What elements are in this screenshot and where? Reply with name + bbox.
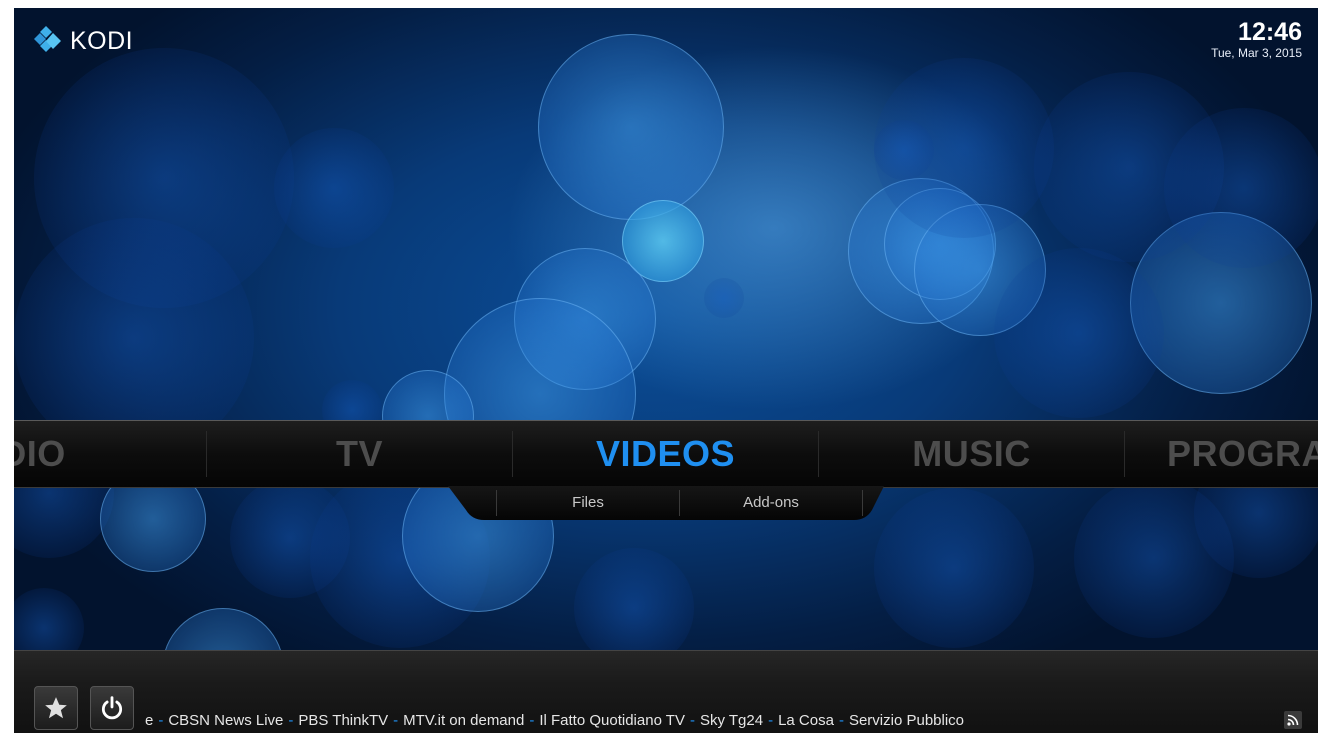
rss-separator: - <box>158 712 164 729</box>
rss-separator: - <box>393 712 399 729</box>
rss-item: La Cosa <box>778 712 834 729</box>
kodi-logo: KODI <box>32 24 133 58</box>
menu-item-programs[interactable]: PROGRAMS <box>1125 421 1318 487</box>
rss-item: Sky Tg24 <box>699 712 764 729</box>
submenu: Files Add-ons <box>444 486 884 522</box>
clock-time: 12:46 <box>1238 18 1302 46</box>
rss-text: e <box>145 712 154 729</box>
rss-item: Il Fatto Quotidiano TV <box>539 712 685 729</box>
rss-separator: - <box>768 712 774 729</box>
rss-item: Servizio Pubblico <box>848 712 965 729</box>
favourites-button[interactable] <box>34 686 78 730</box>
power-button[interactable] <box>90 686 134 730</box>
menu-item-music[interactable]: MUSIC <box>819 421 1124 487</box>
menu-item-tv[interactable]: TV <box>207 421 512 487</box>
stage: KODI 12:46 Tue, Mar 3, 2015 RADIO TV VID… <box>0 0 1321 737</box>
rss-separator: - <box>529 712 535 729</box>
submenu-item-add-ons[interactable]: Add-ons <box>680 486 862 520</box>
star-icon <box>45 697 67 719</box>
rss-item: CBSN News Live <box>168 712 284 729</box>
rss-ticker: e - CBSN News Live - PBS ThinkTV - MTV.it on d… <box>145 711 1145 731</box>
logo-text: KODI <box>70 26 134 55</box>
rss-item: PBS ThinkTV <box>298 712 389 729</box>
rss-item: MTV.it on demand <box>403 712 525 729</box>
menu-item-radio[interactable]: RADIO <box>14 421 159 487</box>
rss-separator: - <box>838 712 844 729</box>
power-icon <box>101 696 123 720</box>
kodi-home-screen: KODI 12:46 Tue, Mar 3, 2015 RADIO TV VID… <box>14 8 1318 733</box>
menu-item-videos[interactable]: VIDEOS <box>513 421 818 487</box>
clock-date: Tue, Mar 3, 2015 <box>1211 46 1302 60</box>
rss-icon <box>1287 714 1299 726</box>
submenu-separator <box>862 490 863 516</box>
kodi-logo-icon <box>34 26 61 52</box>
submenu-item-files[interactable]: Files <box>497 486 679 520</box>
rss-feed-button[interactable] <box>1284 711 1302 729</box>
rss-separator: - <box>689 712 695 729</box>
main-menu: RADIO TV VIDEOS MUSIC PROGRAMS <box>14 420 1318 488</box>
rss-separator: - <box>288 712 294 729</box>
